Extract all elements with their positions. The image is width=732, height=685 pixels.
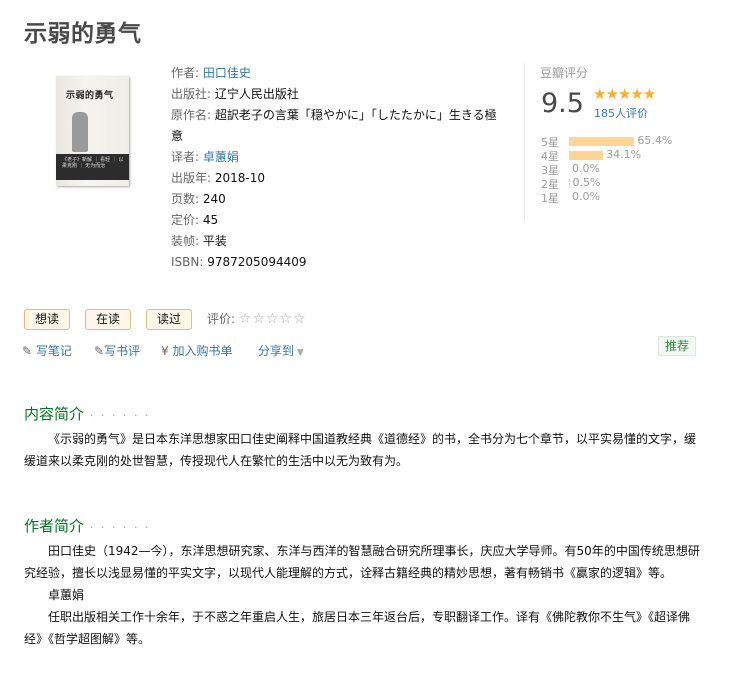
rating-row-pct: 0.0% bbox=[572, 190, 600, 203]
add-to-cart-label: 加入购书单 bbox=[172, 344, 233, 358]
rate-control: 评价: ☆☆☆☆☆ bbox=[207, 310, 307, 327]
rating-row-pct: 65.4% bbox=[637, 134, 673, 147]
author-heading-dots: · · · · · · bbox=[90, 521, 151, 534]
author-text: 田口佳史（1942—今），东洋思想研究家、东洋与西洋的智慧融合研究所理事长，庆应… bbox=[24, 540, 704, 650]
yen-icon: ¥ bbox=[161, 344, 169, 358]
author-paragraph-2: 任职出版相关工作十余年，于不惑之年重启人生，旅居日本三年返台后，专职翻译工作。译… bbox=[24, 610, 691, 646]
pages-value: 240 bbox=[202, 192, 226, 206]
have-read-button[interactable]: 读过 bbox=[146, 309, 193, 330]
rate-label: 评价: bbox=[207, 312, 236, 326]
write-review-link[interactable]: ✎写书评 bbox=[94, 342, 140, 359]
rating-row-3: 3星 0.0% bbox=[541, 162, 701, 177]
rating-bar-fill bbox=[569, 179, 570, 188]
reading-button[interactable]: 在读 bbox=[85, 309, 132, 330]
pages-label: 页数: bbox=[171, 192, 200, 206]
isbn-value: 9787205094409 bbox=[207, 255, 307, 269]
rating-stars-icon: ★★★★★ bbox=[593, 85, 656, 103]
price-value: 45 bbox=[202, 213, 219, 227]
book-info: 作者: 田口佳史 出版社: 辽宁人民出版社 原作名: 超訳老子の言葉「穏やかに」… bbox=[171, 63, 506, 273]
pencil-icon: ✎ bbox=[94, 344, 105, 358]
author-label: 作者: bbox=[171, 66, 200, 80]
page-title: 示弱的勇气 bbox=[24, 21, 142, 47]
rating-row-1: 1星 0.0% bbox=[541, 190, 701, 205]
rating-bars: 5星 65.4% 4星 34.1% 3星 0.0% 2星 0.5% 1星 0.0% bbox=[541, 134, 701, 205]
rating-label: 豆瓣评分 bbox=[540, 66, 589, 80]
author-heading-text: 作者简介 bbox=[24, 517, 85, 535]
publisher-value: 辽宁人民出版社 bbox=[214, 87, 299, 101]
rating-count-link[interactable]: 185人评价 bbox=[594, 105, 648, 121]
intro-heading-text: 内容简介 bbox=[24, 405, 85, 423]
chevron-down-icon: ▼ bbox=[294, 348, 304, 358]
rating-bar-fill bbox=[569, 137, 635, 146]
isbn-label: ISBN: bbox=[171, 255, 204, 269]
intro-text: 《示弱的勇气》是日本东洋思想家田口佳史阐释中国道教经典《道德经》的书，全书分为七… bbox=[24, 428, 704, 472]
translator-label: 译者: bbox=[171, 150, 200, 164]
rating-row-pct: 0.5% bbox=[572, 176, 601, 189]
binding-value: 平装 bbox=[202, 234, 227, 248]
intro-paragraph: 《示弱的勇气》是日本东洋思想家田口佳史阐释中国道教经典《道德经》的书，全书分为七… bbox=[24, 432, 697, 468]
write-review-label: 写书评 bbox=[104, 344, 141, 358]
book-cover[interactable]: 示弱的勇气 《老子》新解 ｜ 看轻 ｜ 以柔克刚 ｜ 无为而治 bbox=[56, 76, 129, 186]
rating-row-pct: 0.0% bbox=[572, 162, 600, 175]
author-link[interactable]: 田口佳史 bbox=[203, 66, 251, 80]
price-label: 定价: bbox=[171, 213, 200, 227]
original-title-value: 超訳老子の言葉「穏やかに」「したたかに」生きる極意 bbox=[171, 108, 497, 143]
publisher-label: 出版社: bbox=[171, 87, 212, 101]
write-note-link[interactable]: ✎ 写笔记 bbox=[22, 342, 72, 359]
cover-band-text: 《老子》新解 ｜ 看轻 ｜ 以柔克刚 ｜ 无为而治 bbox=[62, 157, 124, 169]
year-label: 出版年: bbox=[171, 171, 212, 185]
translator-name: 卓蕙娟 bbox=[48, 588, 85, 602]
share-label: 分享到 bbox=[258, 344, 295, 358]
intro-heading-dots: · · · · · · bbox=[90, 409, 151, 422]
write-note-label: 写笔记 bbox=[35, 344, 72, 358]
rate-stars-icon[interactable]: ☆☆☆☆☆ bbox=[239, 311, 307, 327]
rating-panel: 豆瓣评分 9.5 ★★★★★ 185人评价 5星 65.4% 4星 34.1% 3星… bbox=[524, 63, 720, 221]
pencil-icon: ✎ bbox=[22, 344, 33, 358]
rating-row-label: 1星 bbox=[541, 192, 559, 205]
rating-row-5: 5星 65.4% bbox=[541, 134, 701, 149]
cover-title: 示弱的勇气 bbox=[66, 91, 114, 101]
want-to-read-button[interactable]: 想读 bbox=[24, 309, 71, 330]
intro-heading: 内容简介 · · · · · · bbox=[24, 403, 150, 424]
author-paragraph-1: 田口佳史（1942—今），东洋思想研究家、东洋与西洋的智慧融合研究所理事长，庆应… bbox=[24, 544, 700, 580]
recommend-button[interactable]: 推荐 bbox=[658, 336, 697, 356]
translator-link[interactable]: 卓蕙娟 bbox=[203, 150, 239, 164]
year-value: 2018-10 bbox=[214, 171, 266, 185]
rating-row-4: 4星 34.1% bbox=[541, 148, 701, 163]
add-to-cart-link[interactable]: ¥ 加入购书单 bbox=[161, 342, 232, 359]
cover-band: 《老子》新解 ｜ 看轻 ｜ 以柔克刚 ｜ 无为而治 bbox=[56, 154, 129, 180]
cover-figure bbox=[72, 112, 88, 152]
rating-row-2: 2星 0.5% bbox=[541, 176, 701, 191]
binding-label: 装帧: bbox=[171, 234, 200, 248]
rating-row-pct: 34.1% bbox=[606, 148, 642, 161]
author-heading: 作者简介 · · · · · · bbox=[24, 515, 150, 536]
rating-score: 9.5 bbox=[541, 88, 584, 119]
rating-bar-fill bbox=[569, 151, 604, 160]
original-title-label: 原作名: bbox=[171, 108, 212, 122]
share-link[interactable]: 分享到 ▼ bbox=[258, 342, 304, 359]
